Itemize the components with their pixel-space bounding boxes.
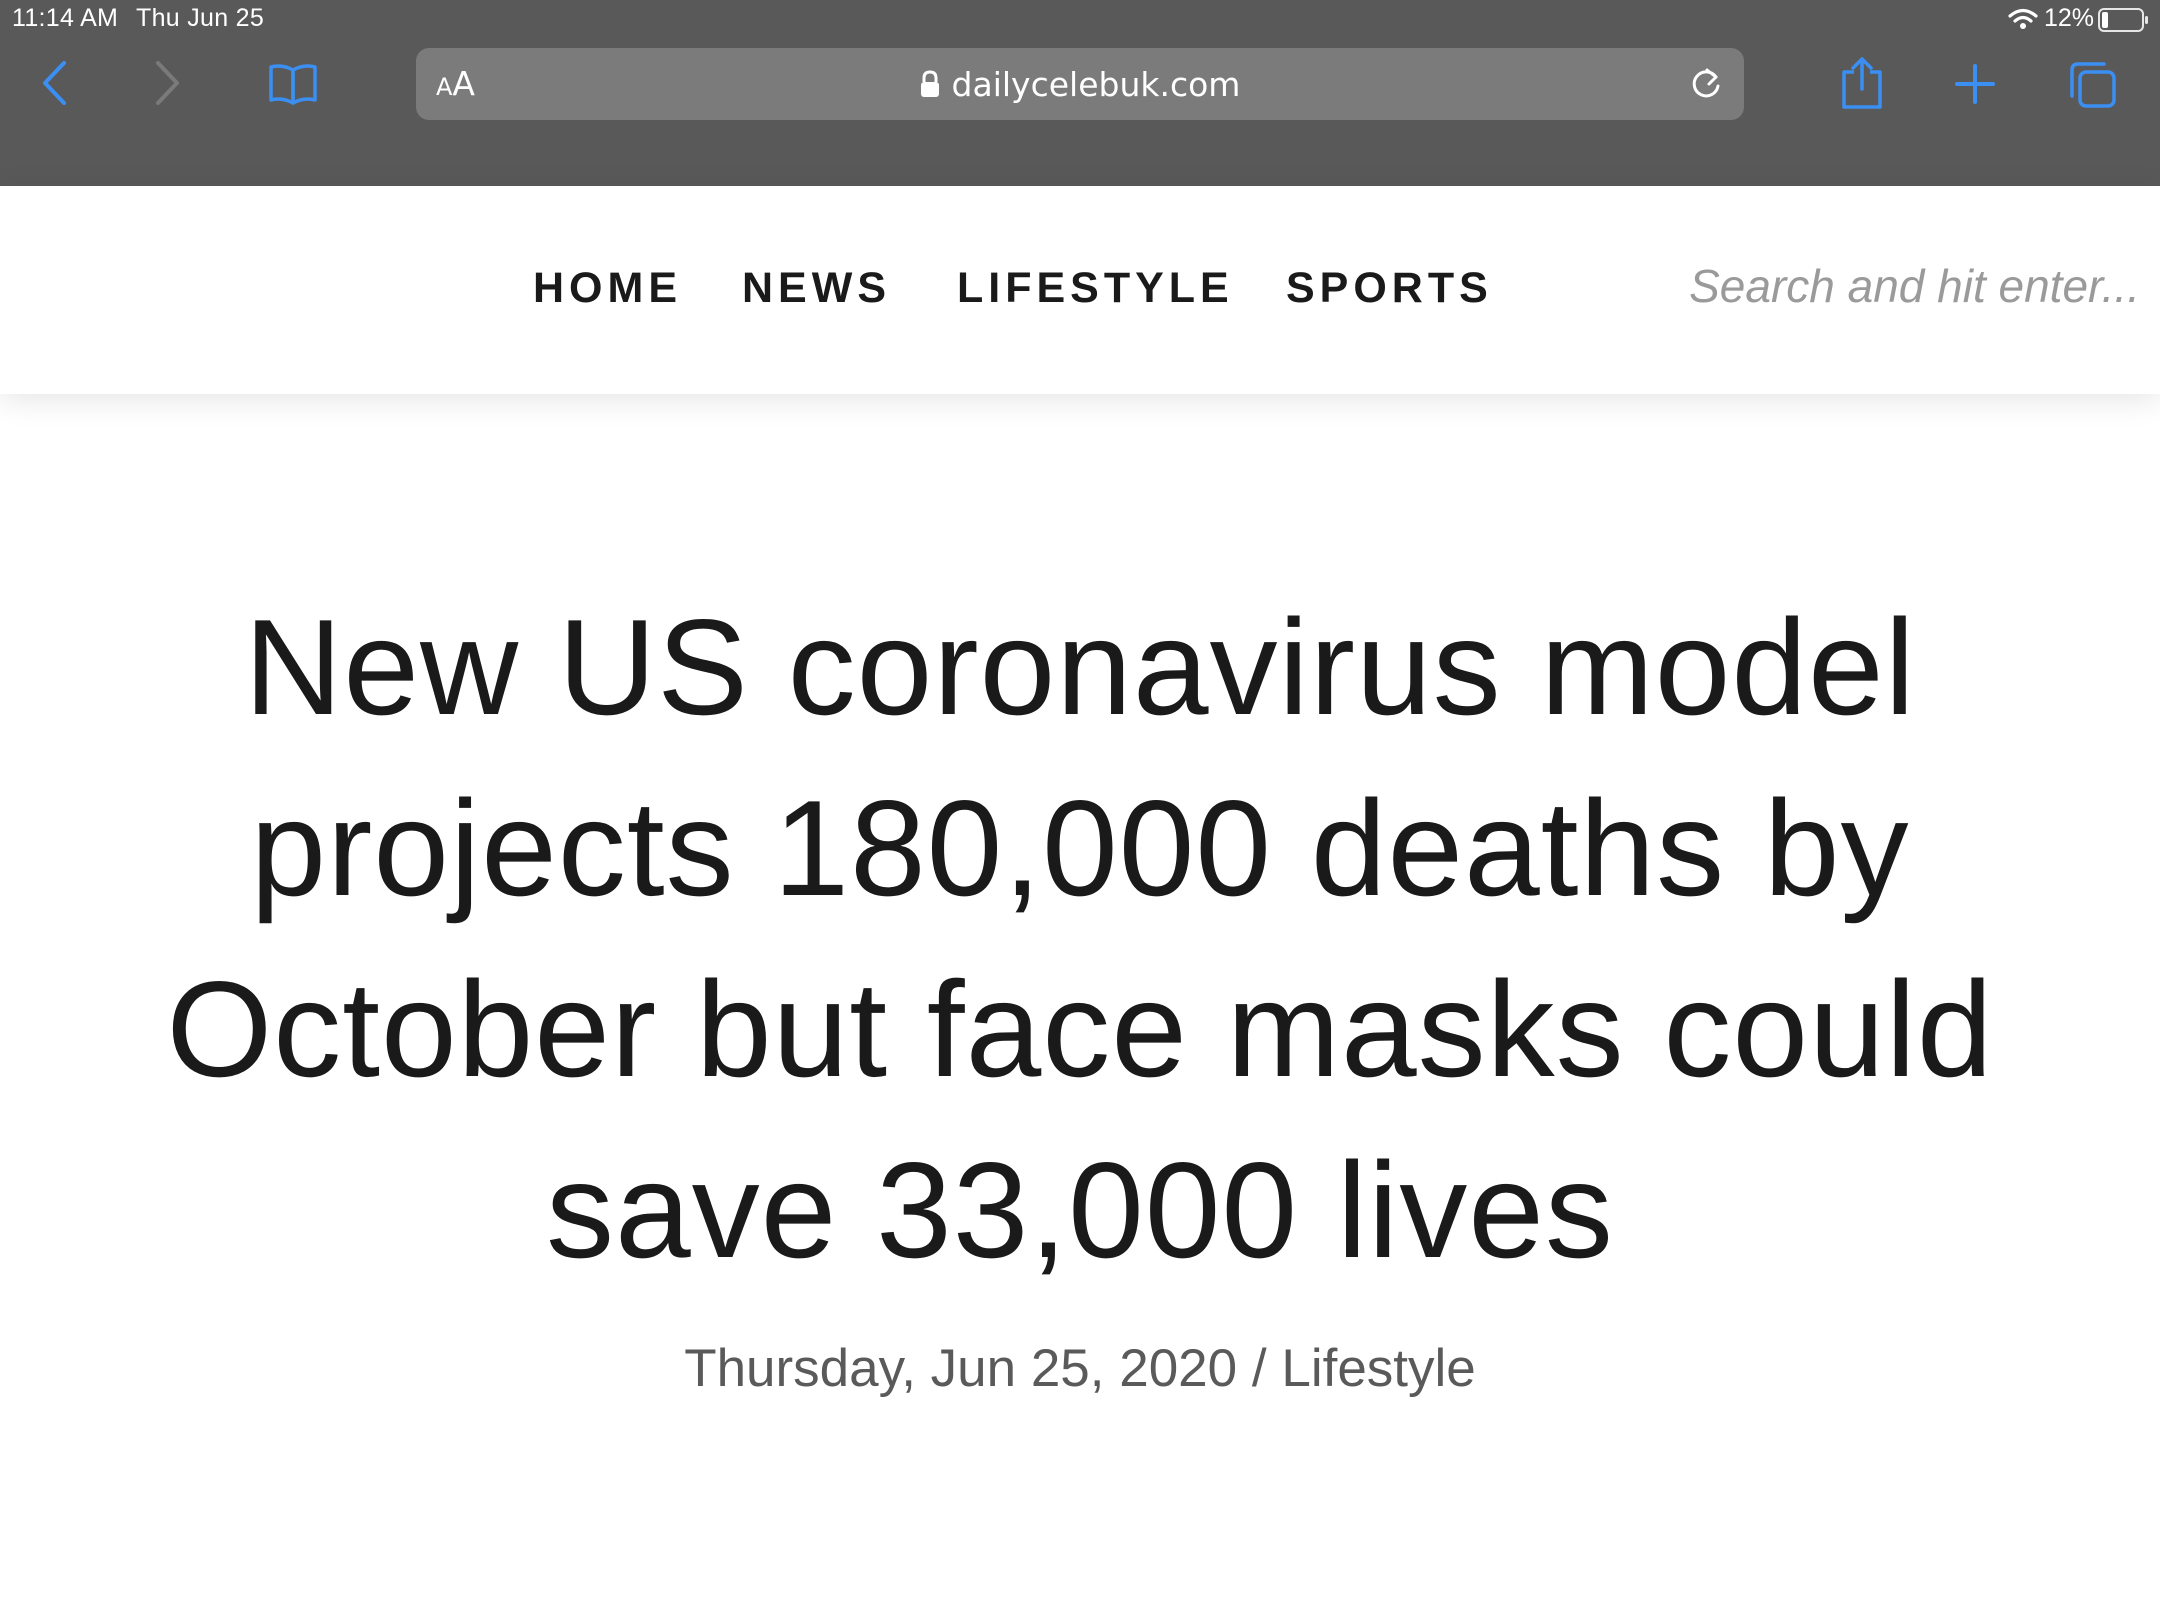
- url-display[interactable]: dailycelebuk.com: [416, 48, 1744, 120]
- status-date: Thu Jun 25: [136, 4, 265, 32]
- article-title: New US coronavirus model projects 180,00…: [166, 591, 1994, 1286]
- search-input[interactable]: [1660, 246, 2140, 326]
- url-text: dailycelebuk.com: [951, 64, 1241, 104]
- back-icon[interactable]: [40, 60, 70, 106]
- tabs-icon[interactable]: [2068, 60, 2118, 110]
- forward-icon[interactable]: [152, 60, 182, 106]
- share-icon[interactable]: [1840, 56, 1884, 110]
- article-category-link[interactable]: Lifestyle: [1281, 1339, 1475, 1398]
- article-date: Thursday, Jun 25, 2020: [684, 1339, 1238, 1398]
- battery-icon: [2098, 8, 2148, 32]
- reload-icon[interactable]: [1688, 66, 1724, 102]
- battery-percentage: 12%: [2044, 4, 2095, 32]
- new-tab-icon[interactable]: [1955, 64, 1995, 104]
- nav-item-news[interactable]: NEWS: [742, 264, 891, 313]
- article-meta: Thursday, Jun 25, 2020 / Lifestyle: [0, 1338, 2160, 1399]
- lock-icon: [920, 70, 939, 97]
- status-time: 11:14 AM: [12, 4, 119, 32]
- address-bar[interactable]: AA dailycelebuk.com: [416, 48, 1744, 120]
- browser-toolbar: 11:14 AM Thu Jun 25 12% AA dailycelebuk.…: [0, 0, 2160, 186]
- site-navigation: HOME NEWS LIFESTYLE SPORTS: [0, 186, 2160, 394]
- bookmarks-icon[interactable]: [268, 62, 318, 106]
- wifi-icon: [2008, 8, 2038, 29]
- meta-separator: /: [1251, 1339, 1267, 1398]
- nav-item-lifestyle[interactable]: LIFESTYLE: [957, 264, 1234, 313]
- nav-item-home[interactable]: HOME: [533, 264, 682, 313]
- nav-item-sports[interactable]: SPORTS: [1286, 264, 1493, 313]
